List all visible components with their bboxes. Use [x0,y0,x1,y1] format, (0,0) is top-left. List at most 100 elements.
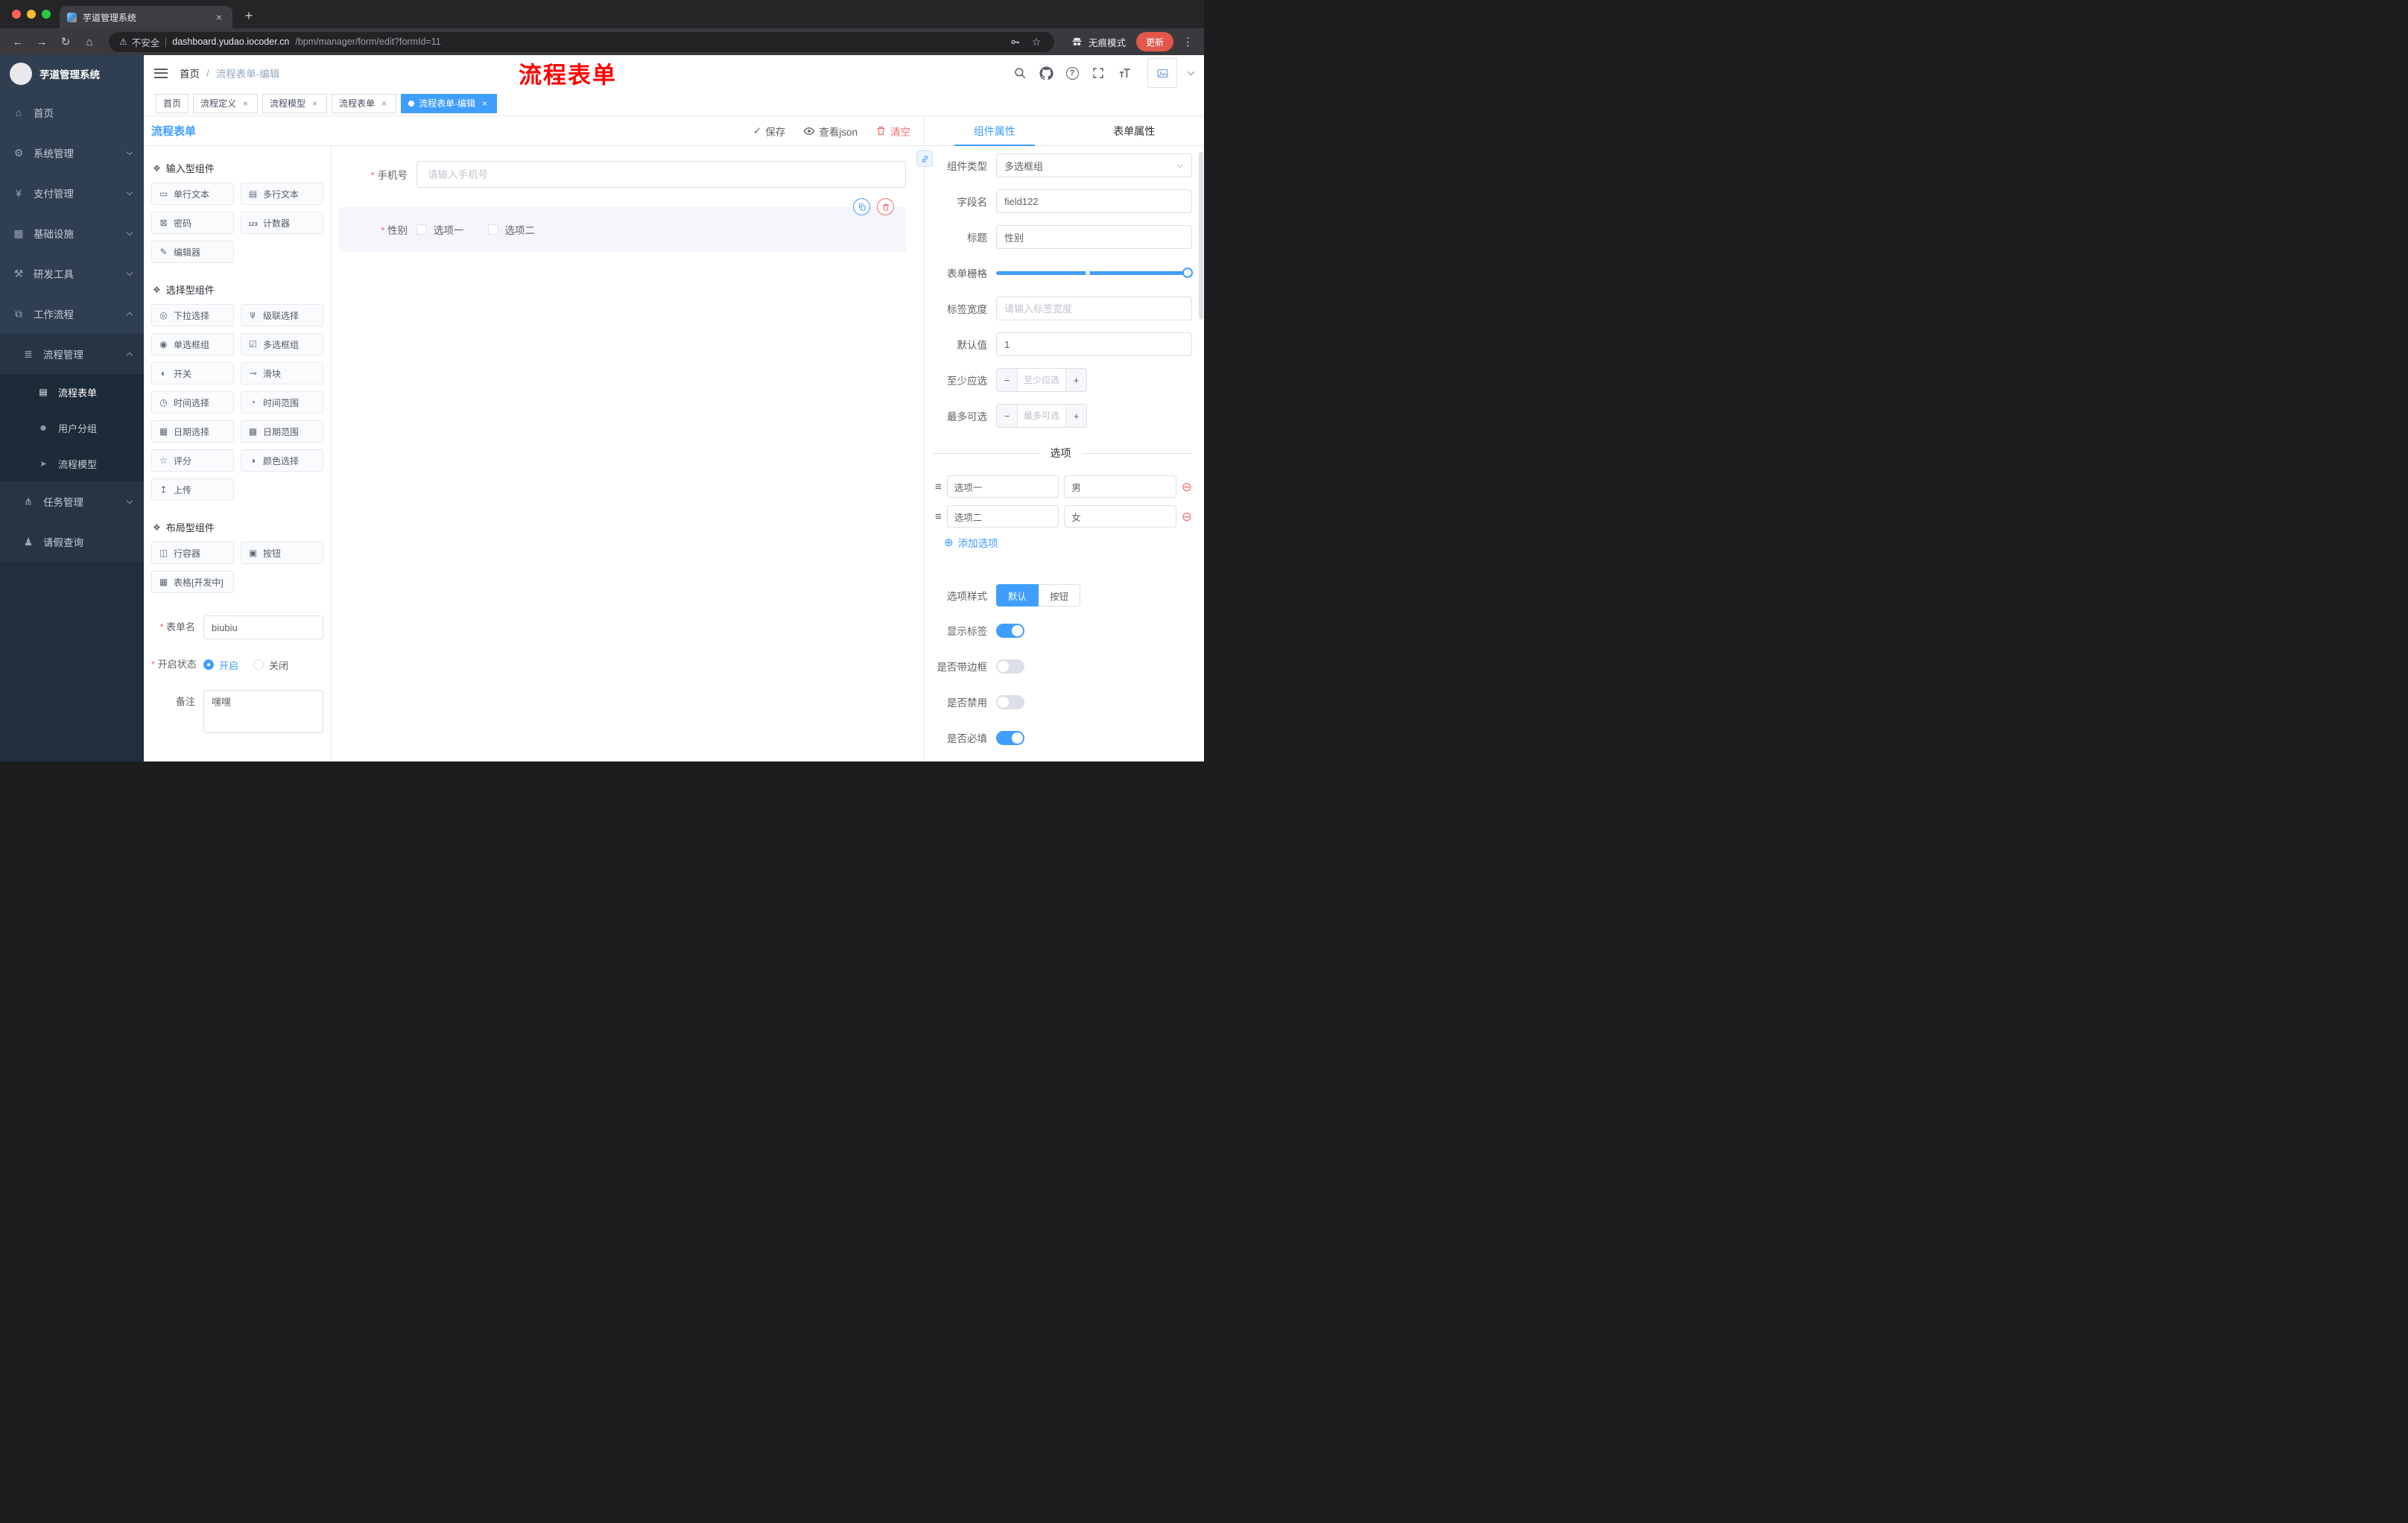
tag-close-icon[interactable] [480,98,489,108]
style-button-button[interactable]: 按钮 [1039,584,1081,607]
sidebar-item-payment-management[interactable]: 支付管理 [0,173,144,213]
tab-component-props[interactable]: 组件属性 [925,116,1065,146]
option-1-value-input[interactable] [1064,475,1176,498]
required-toggle[interactable] [996,730,1024,745]
github-icon[interactable] [1039,66,1054,80]
border-toggle[interactable] [996,659,1024,674]
sidebar-item-process-model[interactable]: 流程模型 [0,446,144,481]
palette-item-multi-line-text[interactable]: 多行文本 [241,183,323,205]
zoom-window-button[interactable] [42,10,51,19]
add-option-button[interactable]: 添加选项 [944,535,1192,550]
increase-button[interactable] [1065,369,1086,391]
show-label-toggle[interactable] [996,623,1024,638]
field-gender[interactable]: 性别 选项一 选项二 [339,222,906,237]
palette-item-counter[interactable]: 计数器 [241,212,323,234]
palette-item-rate[interactable]: 评分 [151,449,234,472]
tab-form-props[interactable]: 表单属性 [1065,116,1205,145]
gender-option-1-checkbox[interactable]: 选项一 [416,222,464,237]
help-icon[interactable] [1065,66,1080,80]
option-1-label-input[interactable] [946,475,1059,498]
option-2-label-input[interactable] [946,505,1059,528]
option-2-value-input[interactable] [1064,505,1176,528]
phone-input[interactable] [416,161,906,188]
decrease-button[interactable] [997,369,1018,391]
browser-tab[interactable]: 芋道管理系统 [60,6,232,28]
field-phone[interactable]: 手机号 [339,161,913,188]
component-type-select[interactable]: 多选框组 [996,153,1192,177]
sidebar-item-system-management[interactable]: 系统管理 [0,133,144,173]
tab-close-icon[interactable] [213,11,225,23]
font-size-icon[interactable] [1117,66,1132,80]
search-icon[interactable] [1013,66,1027,80]
slider-handle[interactable] [1182,267,1193,278]
palette-item-time-range[interactable]: 时间范围 [241,391,323,414]
option-drag-icon[interactable] [935,510,942,523]
palette-item-button[interactable]: 按钮 [241,542,323,564]
palette-item-select[interactable]: 下拉选择 [151,304,234,326]
clear-button[interactable]: 清空 [875,124,910,139]
fullscreen-icon[interactable] [1091,66,1106,80]
palette-item-editor[interactable]: 编辑器 [151,241,234,263]
sidebar-item-user-group[interactable]: 用户分组 [0,410,144,446]
form-name-input[interactable] [203,615,323,639]
palette-item-upload[interactable]: 上传 [151,478,234,501]
field-name-input[interactable] [996,189,1192,213]
menu-fold-icon[interactable] [154,68,168,78]
browser-home-button[interactable] [79,31,100,52]
palette-item-date-picker[interactable]: 日期选择 [151,420,234,443]
tag-home[interactable]: 首页 [156,93,189,113]
palette-item-single-line-text[interactable]: 单行文本 [151,183,234,205]
increase-button[interactable] [1065,405,1086,427]
palette-item-color-picker[interactable]: 颜色选择 [241,449,323,472]
form-remark-textarea[interactable]: 嘿嘿 [203,690,323,733]
back-button[interactable] [7,31,28,52]
tag-close-icon[interactable] [241,98,250,108]
disabled-toggle[interactable] [996,694,1024,709]
copy-component-button[interactable] [853,198,870,215]
avatar-caret-icon[interactable] [1187,68,1195,75]
palette-item-checkbox-group[interactable]: 多选框组 [241,333,323,355]
palette-item-row-container[interactable]: 行容器 [151,542,234,564]
sidebar-item-process-form[interactable]: 流程表单 [0,374,144,410]
view-json-button[interactable]: 查看json [803,124,858,139]
close-window-button[interactable] [12,10,21,19]
sidebar-item-task-management[interactable]: 任务管理 [0,481,144,522]
sidebar-item-leave-query[interactable]: 请假查询 [0,522,144,562]
sidebar-item-home[interactable]: 首页 [0,92,144,133]
forward-button[interactable] [31,31,52,52]
title-input[interactable] [996,225,1192,249]
reload-button[interactable] [55,31,76,52]
save-button[interactable]: 保存 [753,124,785,139]
default-value-input[interactable] [996,332,1192,356]
status-off-radio[interactable]: 关闭 [253,658,288,672]
avatar[interactable] [1147,58,1177,88]
new-tab-button[interactable] [238,5,259,26]
option-drag-icon[interactable] [935,481,942,493]
security-chip[interactable]: 不安全 [119,35,160,49]
field-gender-selected[interactable]: 性别 选项一 选项二 [339,198,906,252]
tag-close-icon[interactable] [310,98,320,108]
bookmark-star-icon[interactable] [1029,34,1044,49]
gender-option-2-checkbox[interactable]: 选项二 [487,222,535,237]
min-select-input[interactable] [1018,369,1065,391]
scrollbar[interactable] [1199,149,1203,760]
palette-item-radio-group[interactable]: 单选框组 [151,333,234,355]
palette-item-time-picker[interactable]: 时间选择 [151,391,234,414]
sidebar-item-infrastructure[interactable]: 基础设施 [0,213,144,253]
copy-link-button[interactable] [916,151,933,167]
slider-track[interactable] [996,267,1193,278]
browser-menu-icon[interactable] [1176,35,1197,48]
scrollbar-thumb[interactable] [1199,152,1203,320]
palette-item-cascader[interactable]: 级联选择 [241,304,323,326]
palette-item-password[interactable]: 密码 [151,212,234,234]
delete-component-button[interactable] [877,198,894,215]
address-bar[interactable]: 不安全 dashboard.yudao.iocoder.cn /bpm/mana… [109,31,1054,52]
tag-process-form-edit[interactable]: 流程表单-编辑 [401,93,498,113]
palette-item-table[interactable]: 表格[开发中] [151,571,234,593]
breadcrumb-home[interactable]: 首页 [180,66,200,80]
max-select-input[interactable] [1018,405,1065,427]
tag-close-icon[interactable] [379,98,389,108]
decrease-button[interactable] [997,405,1018,427]
palette-item-date-range[interactable]: 日期范围 [241,420,323,443]
sidebar-item-devtools[interactable]: 研发工具 [0,253,144,294]
